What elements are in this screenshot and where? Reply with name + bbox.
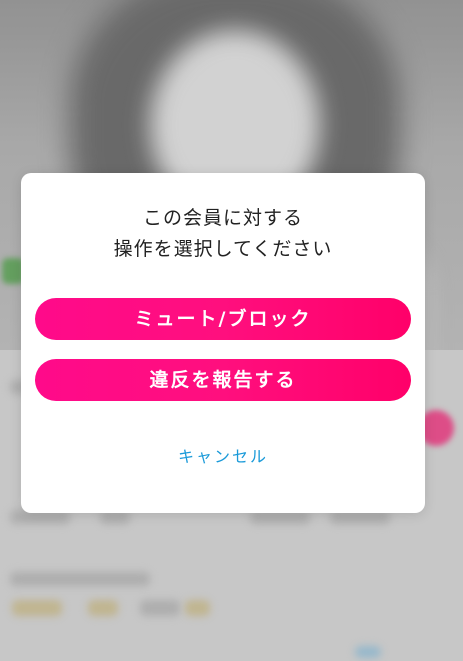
report-violation-button[interactable]: 違反を報告する [35,359,411,401]
mute-block-button[interactable]: ミュート/ブロック [35,298,411,340]
dialog-title-line2: 操作を選択してください [113,238,333,260]
action-dialog: この会員に対する 操作を選択してください ミュート/ブロック 違反を報告する キ… [21,173,425,513]
screen: この会員に対する 操作を選択してください ミュート/ブロック 違反を報告する キ… [0,0,463,661]
dialog-title-line1: この会員に対する [142,207,303,229]
dialog-title: この会員に対する 操作を選択してください [21,203,425,265]
cancel-button[interactable]: キャンセル [21,443,425,467]
